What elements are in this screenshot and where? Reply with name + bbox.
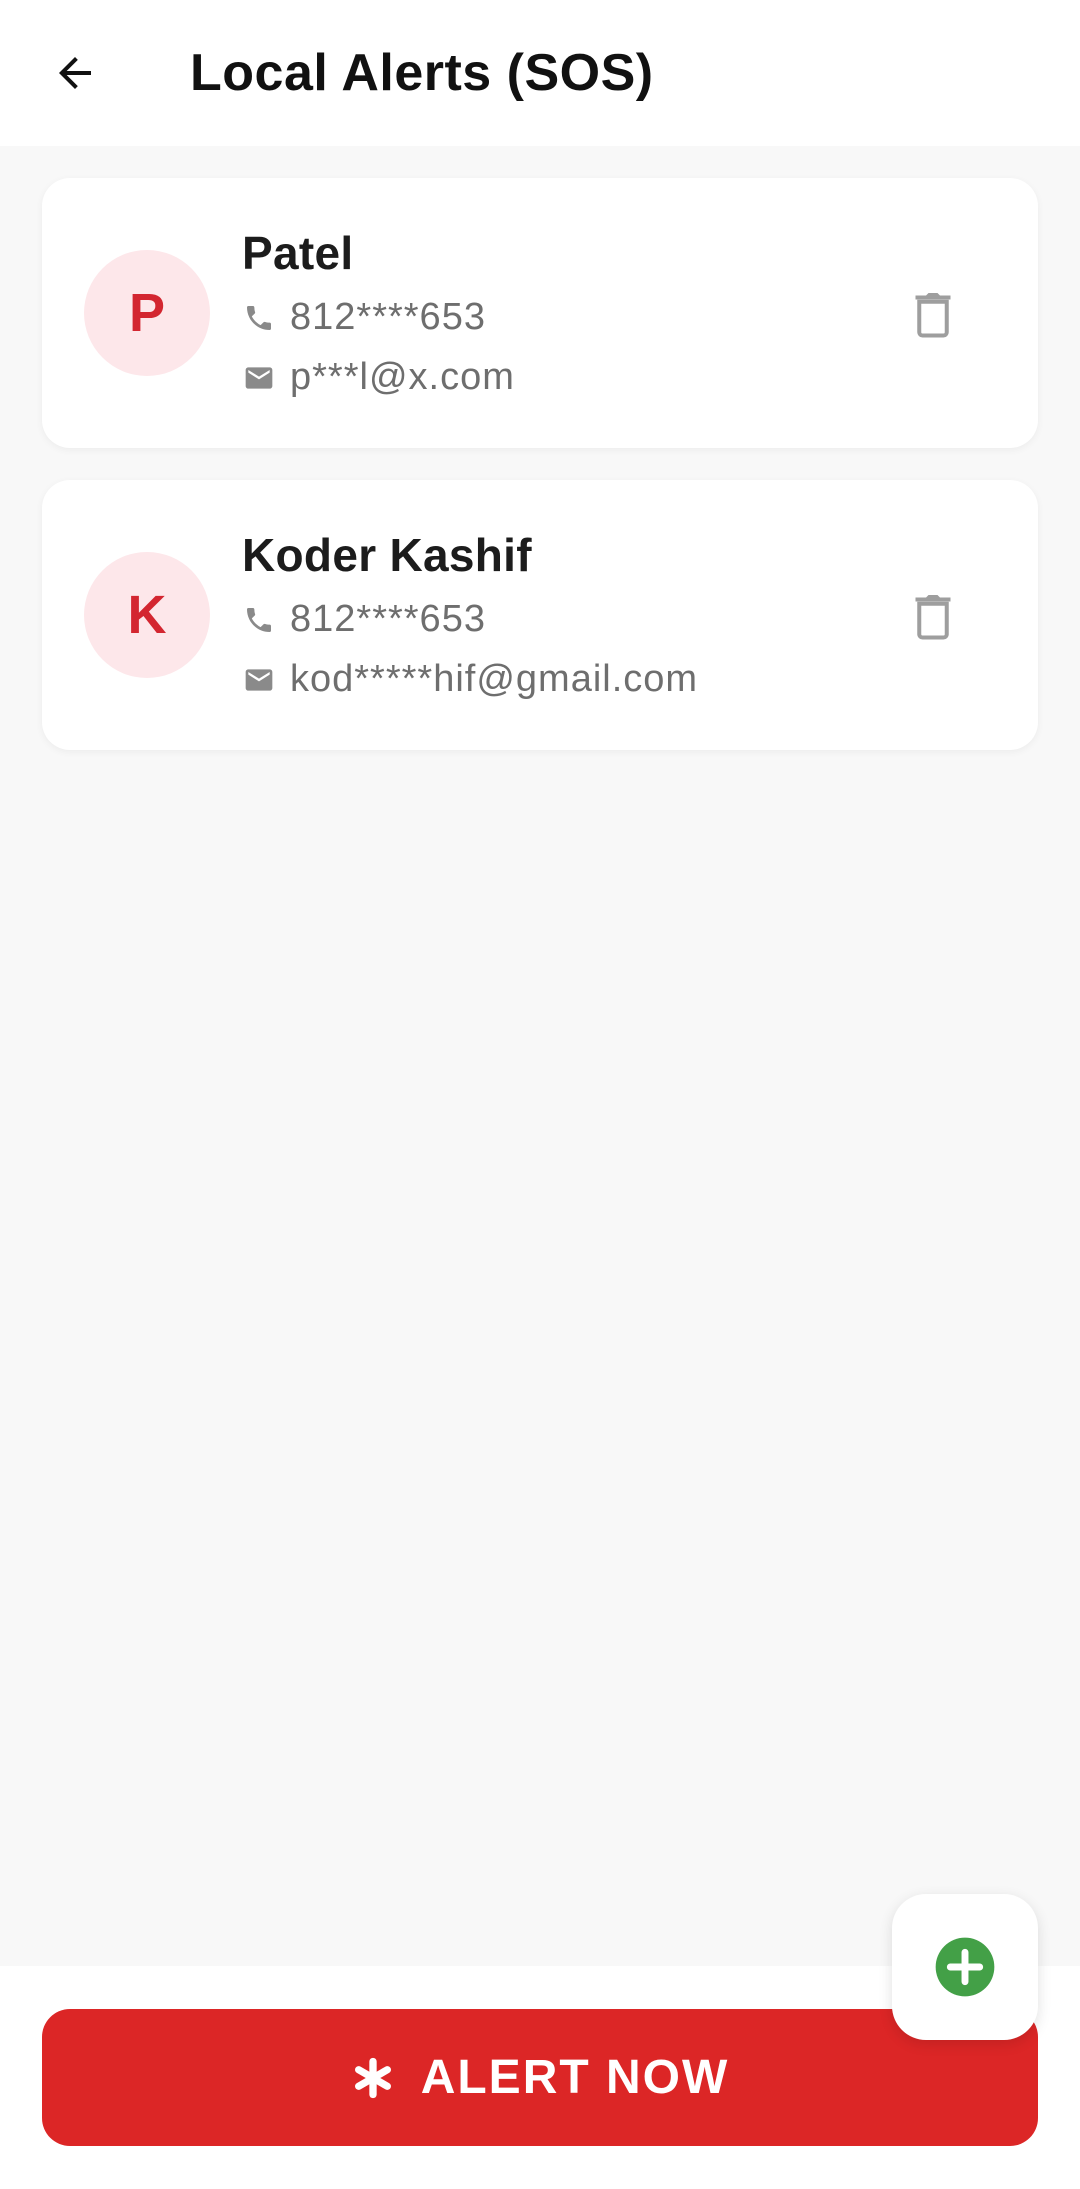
contact-phone: 812****653 [290, 598, 486, 640]
contact-name: Patel [242, 227, 354, 279]
contact-phone: 812****653 [290, 296, 486, 338]
contact-phone-row: 812****653 [242, 296, 486, 339]
alert-now-button[interactable]: ALERT NOW [42, 2009, 1038, 2146]
asterisk-icon [351, 2056, 395, 2100]
add-contact-button[interactable] [892, 1894, 1038, 2040]
contact-phone-row: 812****653 [242, 598, 486, 641]
trash-icon [915, 293, 951, 338]
delete-contact-button[interactable] [898, 278, 968, 348]
phone-icon [242, 603, 276, 637]
page-title: Local Alerts (SOS) [190, 44, 654, 102]
plus-circle-icon [935, 1937, 995, 1997]
contact-email-row: p***l@x.com [242, 356, 515, 399]
contact-email-row: kod*****hif@gmail.com [242, 658, 698, 701]
contact-list: P Patel 812****653 p***l@x.com K Koder K… [42, 178, 1038, 782]
mail-icon [242, 663, 276, 697]
phone-icon [242, 301, 276, 335]
mail-icon [242, 361, 276, 395]
contact-card: P Patel 812****653 p***l@x.com [42, 178, 1038, 448]
trash-icon [915, 595, 951, 640]
alert-now-label: ALERT NOW [420, 2051, 730, 2104]
back-button[interactable] [42, 40, 108, 106]
contact-email: kod*****hif@gmail.com [290, 658, 699, 700]
app-bar: Local Alerts (SOS) [0, 0, 1080, 146]
delete-contact-button[interactable] [898, 580, 968, 650]
contact-card: K Koder Kashif 812****653 kod*****hif@gm… [42, 480, 1038, 750]
arrow-left-icon [59, 57, 91, 89]
avatar: K [84, 552, 210, 678]
contact-email: p***l@x.com [290, 356, 515, 398]
avatar: P [84, 250, 210, 376]
contact-name: Koder Kashif [242, 529, 532, 581]
